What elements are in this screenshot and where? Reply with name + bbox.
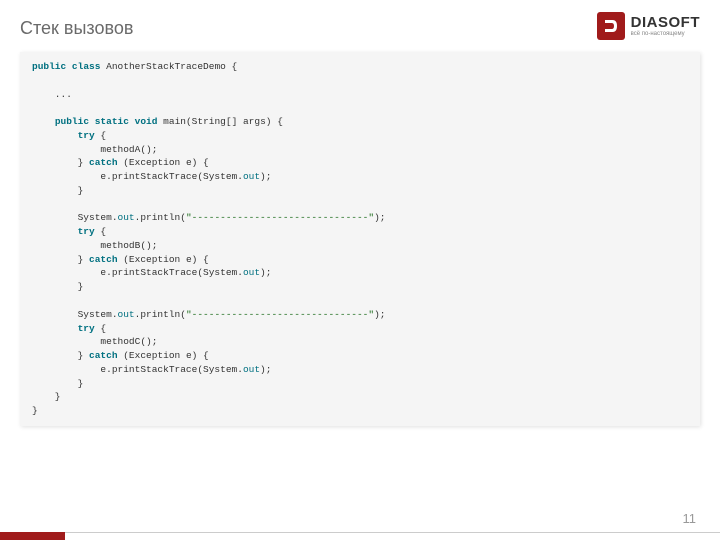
footer-divider <box>0 532 720 533</box>
logo-tagline: всё по-настоящему <box>631 31 700 37</box>
footer-accent-bar <box>0 532 65 540</box>
logo-mark-icon <box>597 12 625 40</box>
logo-name: DIASOFT <box>631 15 700 30</box>
code-block: public class AnotherStackTraceDemo { ...… <box>20 52 700 426</box>
logo-glyph-icon <box>602 17 620 35</box>
page-number: 11 <box>683 511 697 526</box>
brand-logo: DIASOFT всё по-настоящему <box>597 12 700 40</box>
slide: Стек вызовов DIASOFT всё по-настоящему p… <box>0 0 720 540</box>
slide-title: Стек вызовов <box>20 18 133 39</box>
logo-text: DIASOFT всё по-настоящему <box>631 15 700 37</box>
